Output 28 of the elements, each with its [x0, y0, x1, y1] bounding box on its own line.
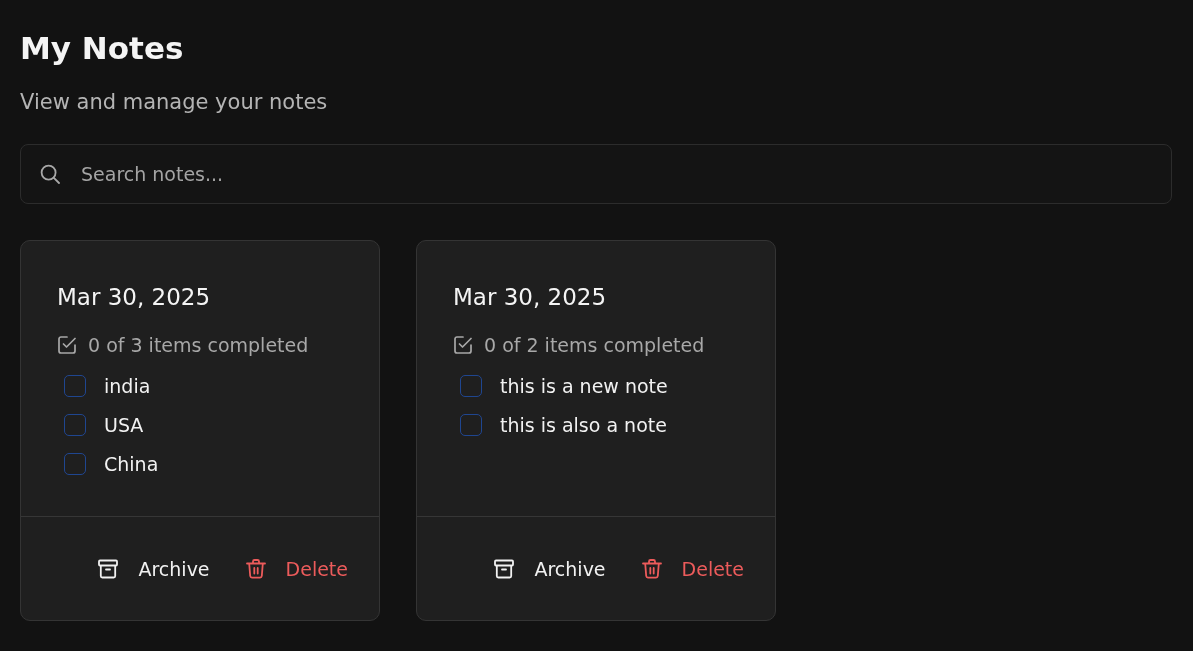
- checkbox[interactable]: [460, 374, 482, 397]
- checklist-item: india: [104, 373, 151, 399]
- archive-button[interactable]: Archive: [82, 548, 226, 589]
- trash-icon: [641, 558, 662, 579]
- archive-box-icon: [494, 558, 515, 579]
- checklist-item: USA: [104, 412, 144, 438]
- trash-icon: [245, 558, 266, 579]
- completion-count: 0 of 2 items completed: [484, 333, 705, 358]
- checklist-item: this is a new note: [500, 373, 668, 399]
- search-icon: [40, 164, 60, 184]
- checklist-item: this is also a note: [500, 412, 667, 438]
- delete-button[interactable]: Delete: [625, 548, 760, 589]
- archive-box-icon: [98, 558, 119, 579]
- checkbox[interactable]: [64, 374, 86, 397]
- note-date: Mar 30, 2025: [453, 283, 608, 312]
- search-field[interactable]: Search notes...: [20, 144, 1172, 204]
- checkbox[interactable]: [460, 413, 482, 436]
- checkbox[interactable]: [64, 413, 86, 436]
- checked-square-icon: [454, 336, 472, 354]
- checked-square-icon: [58, 336, 76, 354]
- page-title: My Notes: [20, 29, 185, 68]
- page-subtitle: View and manage your notes: [20, 89, 329, 116]
- archive-button[interactable]: Archive: [478, 548, 622, 589]
- completion-count: 0 of 3 items completed: [88, 333, 309, 358]
- note-date: Mar 30, 2025: [57, 283, 212, 312]
- checkbox[interactable]: [64, 452, 86, 475]
- delete-button[interactable]: Delete: [229, 548, 364, 589]
- checklist-item: China: [104, 451, 159, 477]
